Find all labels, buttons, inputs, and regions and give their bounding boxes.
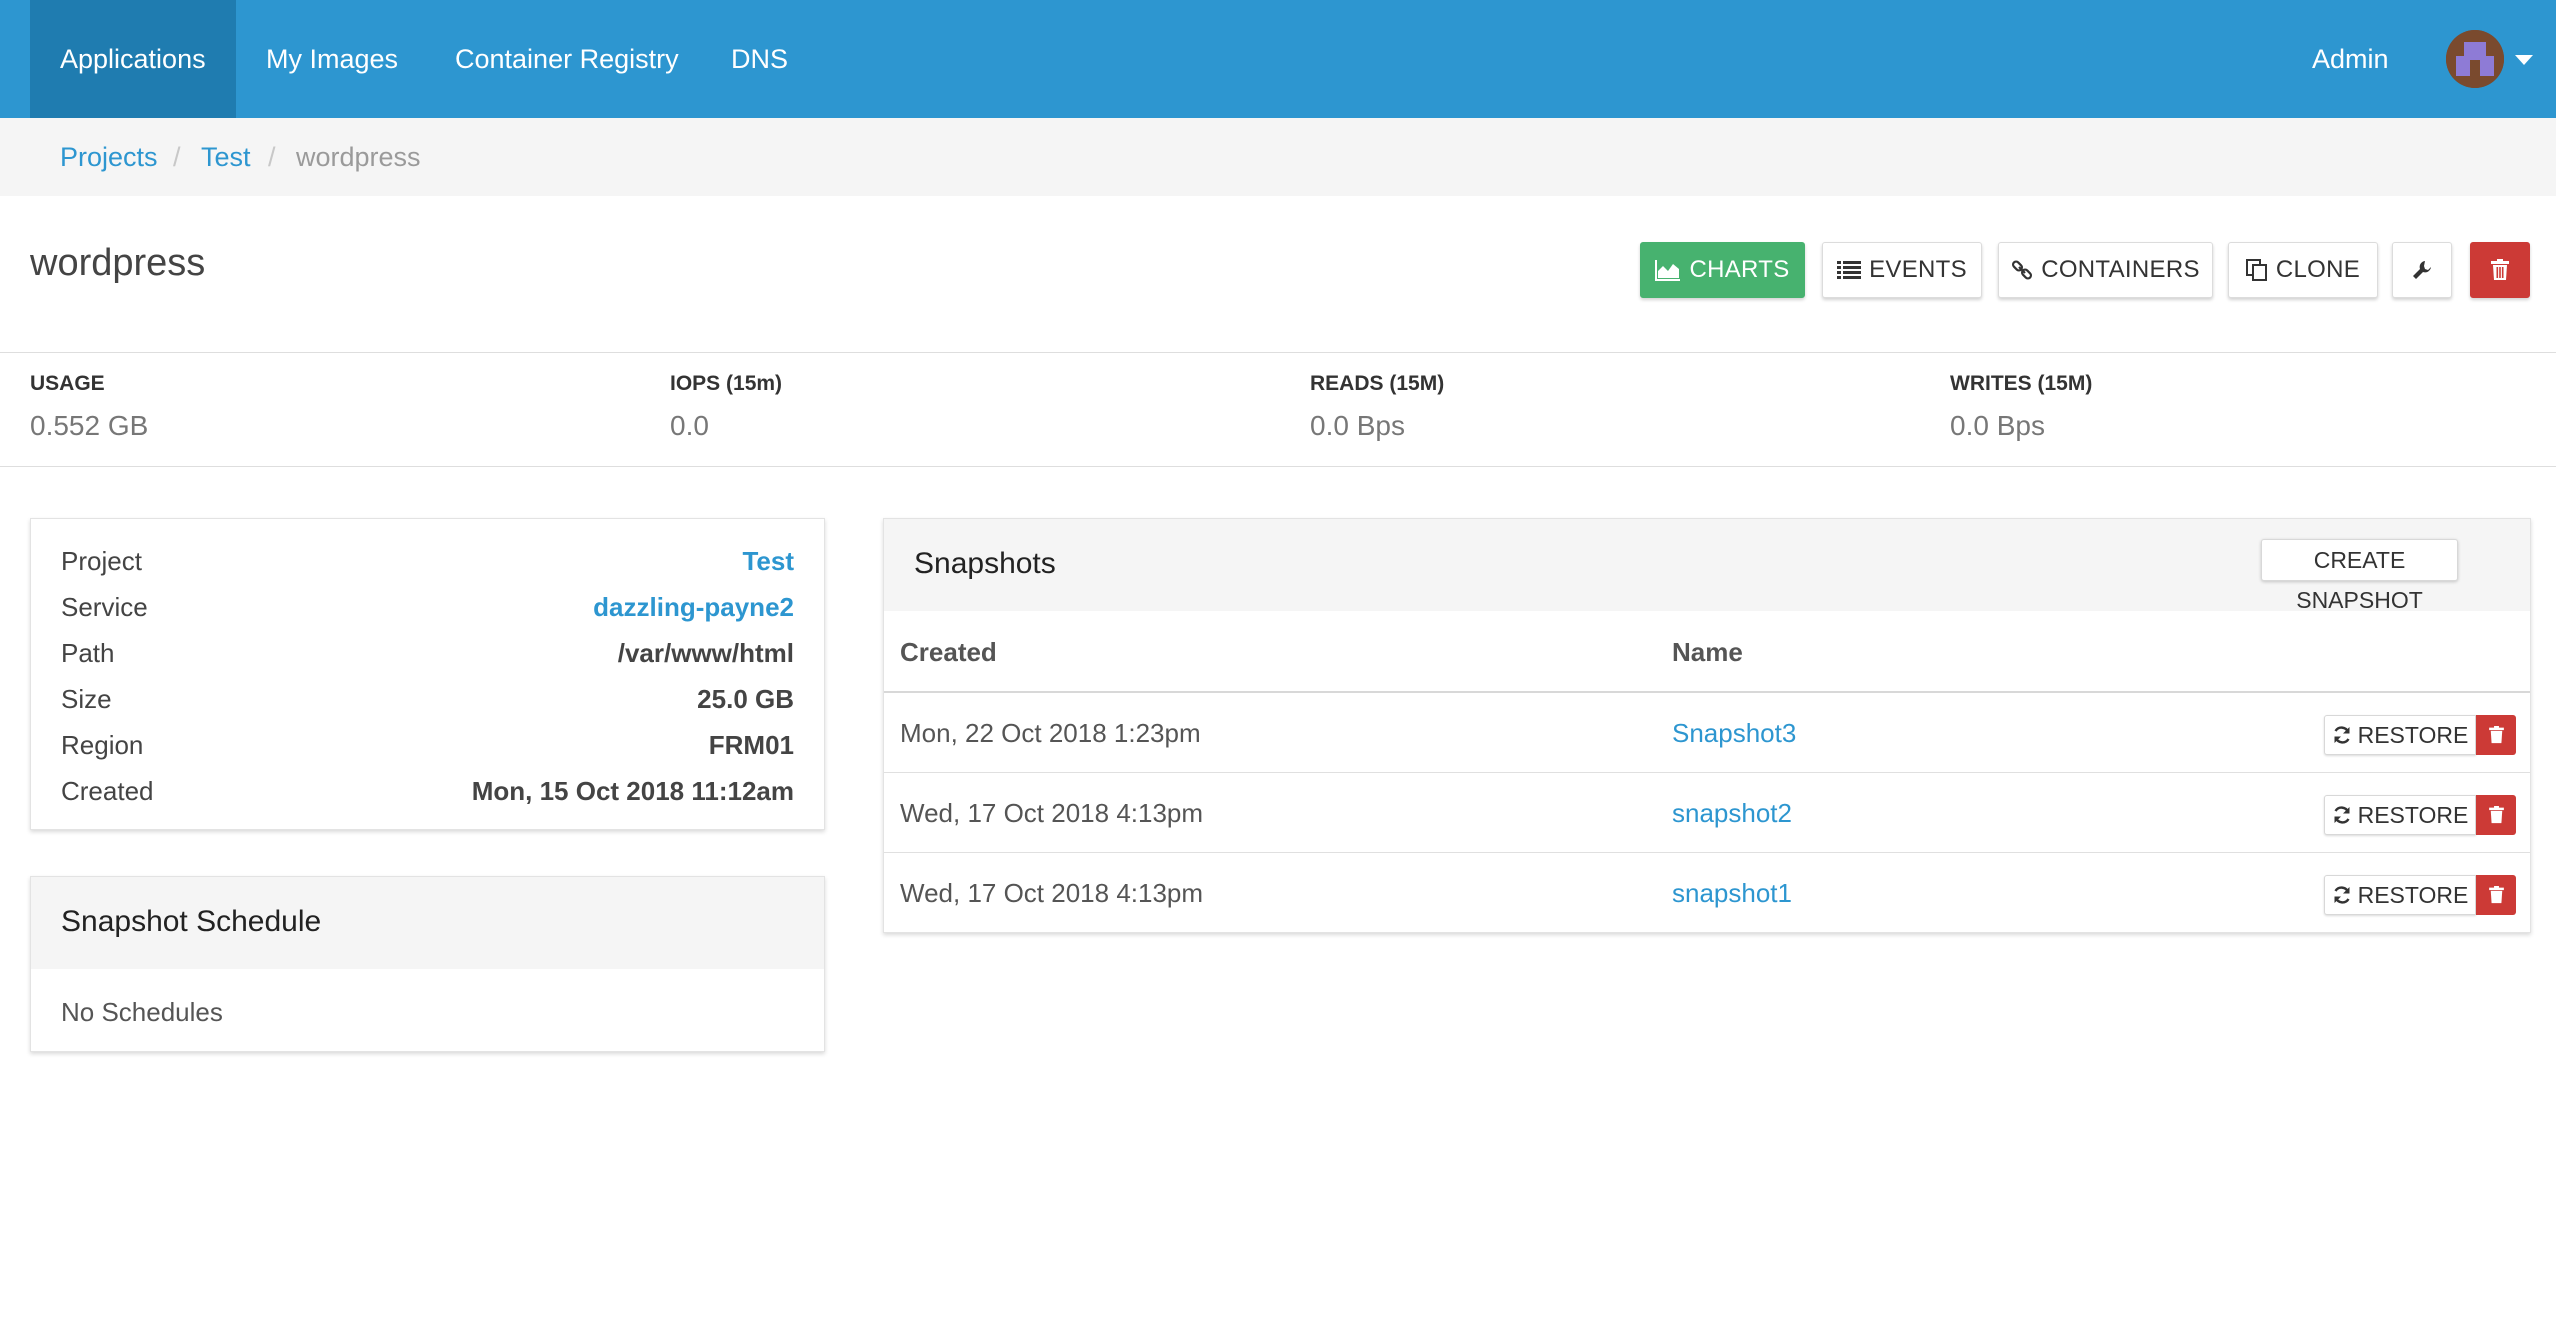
- clone-button[interactable]: CLONE: [2228, 242, 2378, 298]
- nav-item-my-images[interactable]: My Images: [236, 0, 428, 118]
- events-button-label: EVENTS: [1869, 256, 1967, 283]
- info-key: Size: [61, 684, 112, 714]
- snapshot-name-link[interactable]: snapshot2: [1672, 773, 1792, 853]
- trash-icon: [2488, 806, 2504, 824]
- stat-usage-value: 0.552 GB: [30, 410, 149, 441]
- volume-info-card: Project Test Service dazzling-payne2 Pat…: [30, 518, 825, 830]
- nav-item-applications[interactable]: Applications: [30, 0, 236, 118]
- snapshot-schedule-title: Snapshot Schedule: [61, 905, 322, 938]
- charts-button-label: CHARTS: [1689, 256, 1790, 283]
- stat-iops-label: IOPS (15m): [670, 372, 783, 395]
- user-avatar-icon[interactable]: [2446, 30, 2504, 88]
- info-row-region: Region FRM01: [61, 722, 794, 768]
- info-key: Path: [61, 638, 115, 668]
- stat-usage-label: USAGE: [30, 372, 105, 395]
- stat-reads-label: READS (15M): [1310, 372, 1445, 395]
- page-title: wordpress: [30, 242, 206, 284]
- copy-icon: [2245, 259, 2267, 281]
- snapshot-created: Mon, 22 Oct 2018 1:23pm: [900, 718, 1201, 748]
- breadcrumb-projects[interactable]: Projects: [60, 118, 158, 196]
- containers-button-label: CONTAINERS: [2041, 256, 2200, 283]
- delete-snapshot-button[interactable]: [2476, 715, 2516, 755]
- info-value: 25.0 GB: [697, 684, 794, 714]
- containers-button[interactable]: CONTAINERS: [1998, 242, 2213, 298]
- info-row-service: Service dazzling-payne2: [61, 584, 794, 630]
- stat-writes-value: 0.0 Bps: [1950, 410, 2045, 441]
- events-button[interactable]: EVENTS: [1822, 242, 1982, 298]
- snapshot-created: Wed, 17 Oct 2018 4:13pm: [900, 878, 1204, 908]
- info-key: Region: [61, 730, 144, 760]
- info-value: FRM01: [708, 730, 794, 760]
- nav-item-dns[interactable]: DNS: [701, 0, 818, 118]
- breadcrumb-test[interactable]: Test: [201, 118, 251, 196]
- top-navbar: Applications My Images Container Registr…: [0, 0, 2556, 118]
- list-icon: [1837, 261, 1862, 279]
- breadcrumb-current: wordpress: [296, 142, 421, 172]
- info-row-project: Project Test: [61, 538, 794, 584]
- snapshot-schedule-card: Snapshot Schedule No Schedules: [30, 876, 825, 1052]
- charts-button[interactable]: CHARTS: [1640, 242, 1805, 298]
- table-row: Mon, 22 Oct 2018 1:23pm Snapshot3 RESTOR…: [884, 691, 2530, 771]
- delete-snapshot-button[interactable]: [2476, 795, 2516, 835]
- info-project-link[interactable]: Test: [742, 538, 794, 584]
- info-row-size: Size 25.0 GB: [61, 676, 794, 722]
- column-header-name[interactable]: Name: [1672, 637, 1743, 668]
- trash-icon: [2491, 259, 2509, 280]
- info-row-created: Created Mon, 15 Oct 2018 11:12am: [61, 768, 794, 814]
- refresh-icon: [2334, 726, 2350, 744]
- delete-button[interactable]: [2470, 242, 2530, 298]
- refresh-icon: [2334, 806, 2350, 824]
- divider: [0, 466, 2556, 467]
- nav-item-container-registry[interactable]: Container Registry: [425, 0, 709, 118]
- wrench-icon: [2413, 261, 2431, 279]
- breadcrumb-separator: /: [268, 142, 276, 172]
- restore-button[interactable]: RESTORE: [2324, 795, 2476, 835]
- stat-iops-value: 0.0: [670, 410, 709, 441]
- settings-button[interactable]: [2392, 242, 2452, 298]
- snapshot-created: Wed, 17 Oct 2018 4:13pm: [900, 798, 1204, 828]
- link-icon: [2012, 260, 2033, 280]
- info-value: /var/www/html: [617, 638, 794, 668]
- restore-button[interactable]: RESTORE: [2324, 875, 2476, 915]
- info-key: Project: [61, 546, 142, 576]
- stat-writes-label: WRITES (15M): [1950, 372, 2093, 395]
- card-header: Snapshot Schedule: [31, 877, 824, 969]
- info-value: Mon, 15 Oct 2018 11:12am: [471, 776, 794, 806]
- clone-button-label: CLONE: [2275, 256, 2361, 283]
- area-chart-icon: [1655, 260, 1681, 281]
- info-key: Service: [61, 592, 148, 622]
- restore-button-label: RESTORE: [2357, 721, 2469, 748]
- delete-snapshot-button[interactable]: [2476, 875, 2516, 915]
- snapshot-name-link[interactable]: snapshot1: [1672, 853, 1792, 933]
- refresh-icon: [2334, 886, 2350, 904]
- breadcrumb-separator: /: [173, 142, 181, 172]
- create-snapshot-button[interactable]: CREATE SNAPSHOT: [2261, 539, 2458, 613]
- nav-admin-link[interactable]: Admin: [2312, 0, 2389, 118]
- table-row: Wed, 17 Oct 2018 4:13pm snapshot2 RESTOR…: [884, 772, 2530, 852]
- info-service-link[interactable]: dazzling-payne2: [593, 584, 794, 630]
- restore-button[interactable]: RESTORE: [2324, 715, 2476, 755]
- trash-icon: [2488, 726, 2504, 744]
- restore-button-label: RESTORE: [2357, 801, 2469, 828]
- card-header: Snapshots CREATE SNAPSHOT: [884, 519, 2530, 613]
- stat-reads-value: 0.0 Bps: [1310, 410, 1405, 441]
- no-schedules-text: No Schedules: [61, 997, 223, 1027]
- chevron-down-icon[interactable]: [2515, 55, 2533, 65]
- breadcrumb: Projects / Test / wordpress: [0, 118, 2556, 196]
- table-row: Wed, 17 Oct 2018 4:13pm snapshot1 RESTOR…: [884, 852, 2530, 932]
- snapshot-name-link[interactable]: Snapshot3: [1672, 693, 1796, 773]
- trash-icon: [2488, 886, 2504, 904]
- info-key: Created: [61, 776, 154, 806]
- column-header-created[interactable]: Created: [900, 637, 997, 668]
- info-row-path: Path /var/www/html: [61, 630, 794, 676]
- restore-button-label: RESTORE: [2357, 881, 2469, 908]
- snapshots-card: Snapshots CREATE SNAPSHOT Created Name M…: [883, 518, 2531, 933]
- divider: [0, 352, 2556, 353]
- snapshots-title: Snapshots: [914, 547, 1056, 580]
